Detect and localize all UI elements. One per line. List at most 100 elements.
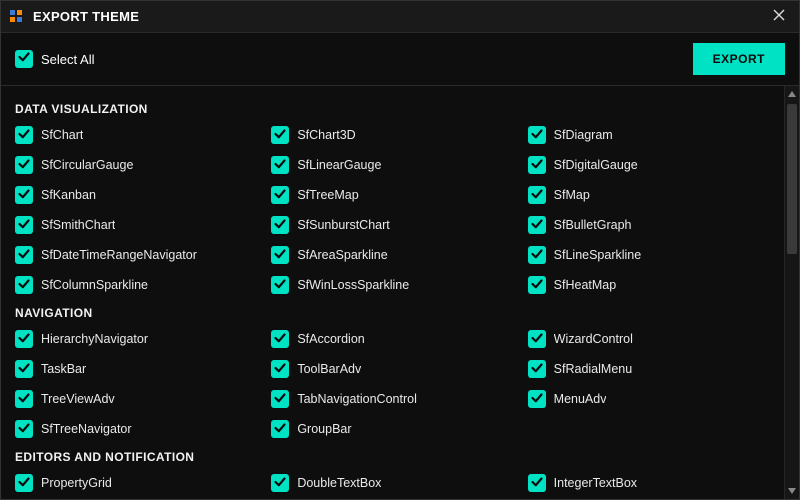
list-item: HierarchyNavigator <box>15 330 263 348</box>
item-label: SfSmithChart <box>41 218 115 232</box>
item-checkbox[interactable] <box>271 390 289 408</box>
list-item: SfWinLossSparkline <box>271 276 519 294</box>
item-label: SfBulletGraph <box>554 218 632 232</box>
checkmark-icon <box>530 331 544 348</box>
item-checkbox[interactable] <box>15 420 33 438</box>
list-item: SfLineSparkline <box>528 246 776 264</box>
vertical-scrollbar[interactable] <box>784 86 799 499</box>
list-item: SfSmithChart <box>15 216 263 234</box>
export-button[interactable]: EXPORT <box>693 43 785 75</box>
item-checkbox[interactable] <box>15 216 33 234</box>
item-label: SfWinLossSparkline <box>297 278 409 292</box>
section: EDITORS AND NOTIFICATIONPropertyGridDoub… <box>15 450 776 492</box>
export-theme-window: EXPORT THEME Select All EXPORT DATA VISU… <box>0 0 800 500</box>
item-checkbox[interactable] <box>15 276 33 294</box>
item-checkbox[interactable] <box>15 126 33 144</box>
list-item: ToolBarAdv <box>271 360 519 378</box>
item-checkbox[interactable] <box>15 246 33 264</box>
list-item: SfMap <box>528 186 776 204</box>
checkmark-icon <box>17 50 31 69</box>
item-checkbox[interactable] <box>271 246 289 264</box>
item-label: PropertyGrid <box>41 476 112 490</box>
item-checkbox[interactable] <box>528 276 546 294</box>
app-icon <box>9 9 25 25</box>
scroll-down-arrow[interactable] <box>785 483 799 499</box>
item-label: DoubleTextBox <box>297 476 381 490</box>
section-header: DATA VISUALIZATION <box>15 102 776 116</box>
item-label: ToolBarAdv <box>297 362 361 376</box>
item-checkbox[interactable] <box>528 390 546 408</box>
checkmark-icon <box>530 361 544 378</box>
item-label: SfChart <box>41 128 83 142</box>
checkmark-icon <box>273 475 287 492</box>
item-checkbox[interactable] <box>528 186 546 204</box>
item-checkbox[interactable] <box>271 126 289 144</box>
item-checkbox[interactable] <box>15 360 33 378</box>
list-item: TreeViewAdv <box>15 390 263 408</box>
item-label: SfLinearGauge <box>297 158 381 172</box>
list-item: WizardControl <box>528 330 776 348</box>
item-checkbox[interactable] <box>528 360 546 378</box>
item-checkbox[interactable] <box>528 330 546 348</box>
list-item: GroupBar <box>271 420 519 438</box>
item-checkbox[interactable] <box>15 474 33 492</box>
item-label: MenuAdv <box>554 392 607 406</box>
item-checkbox[interactable] <box>15 186 33 204</box>
checkmark-icon <box>273 277 287 294</box>
item-label: WizardControl <box>554 332 633 346</box>
checkmark-icon <box>273 217 287 234</box>
item-label: SfDateTimeRangeNavigator <box>41 248 197 262</box>
checkmark-icon <box>17 421 31 438</box>
item-label: SfAreaSparkline <box>297 248 387 262</box>
item-checkbox[interactable] <box>271 474 289 492</box>
item-label: SfMap <box>554 188 590 202</box>
item-checkbox[interactable] <box>15 156 33 174</box>
item-checkbox[interactable] <box>271 360 289 378</box>
item-label: SfDigitalGauge <box>554 158 638 172</box>
list-item: SfTreeMap <box>271 186 519 204</box>
item-checkbox[interactable] <box>271 420 289 438</box>
scroll-thumb[interactable] <box>787 104 797 254</box>
content-region: DATA VISUALIZATIONSfChartSfChart3DSfDiag… <box>1 85 799 499</box>
item-checkbox[interactable] <box>271 276 289 294</box>
item-label: TreeViewAdv <box>41 392 115 406</box>
item-checkbox[interactable] <box>271 216 289 234</box>
item-checkbox[interactable] <box>271 186 289 204</box>
checkmark-icon <box>17 475 31 492</box>
item-label: SfLineSparkline <box>554 248 642 262</box>
item-checkbox[interactable] <box>15 390 33 408</box>
item-checkbox[interactable] <box>15 330 33 348</box>
select-all-checkbox[interactable] <box>15 50 33 68</box>
checkmark-icon <box>273 127 287 144</box>
item-checkbox[interactable] <box>528 126 546 144</box>
item-label: SfKanban <box>41 188 96 202</box>
item-label: SfAccordion <box>297 332 364 346</box>
checkmark-icon <box>530 187 544 204</box>
section: NAVIGATIONHierarchyNavigatorSfAccordionW… <box>15 306 776 438</box>
checkmark-icon <box>17 391 31 408</box>
close-button[interactable] <box>767 5 791 29</box>
item-checkbox[interactable] <box>271 156 289 174</box>
item-checkbox[interactable] <box>528 216 546 234</box>
checkmark-icon <box>530 247 544 264</box>
checkmark-icon <box>17 277 31 294</box>
list-item: SfRadialMenu <box>528 360 776 378</box>
item-label: HierarchyNavigator <box>41 332 148 346</box>
item-checkbox[interactable] <box>528 474 546 492</box>
item-label: SfChart3D <box>297 128 355 142</box>
checkmark-icon <box>17 217 31 234</box>
item-checkbox[interactable] <box>271 330 289 348</box>
section-grid: PropertyGridDoubleTextBoxIntegerTextBox <box>15 474 776 492</box>
list-item: SfSunburstChart <box>271 216 519 234</box>
item-label: SfSunburstChart <box>297 218 389 232</box>
scroll-up-arrow[interactable] <box>785 86 799 102</box>
checkmark-icon <box>273 361 287 378</box>
list-item: SfCircularGauge <box>15 156 263 174</box>
section-grid: SfChartSfChart3DSfDiagramSfCircularGauge… <box>15 126 776 294</box>
checkmark-icon <box>273 331 287 348</box>
item-checkbox[interactable] <box>528 156 546 174</box>
item-checkbox[interactable] <box>528 246 546 264</box>
list-item: MenuAdv <box>528 390 776 408</box>
checkmark-icon <box>17 247 31 264</box>
section: DATA VISUALIZATIONSfChartSfChart3DSfDiag… <box>15 102 776 294</box>
